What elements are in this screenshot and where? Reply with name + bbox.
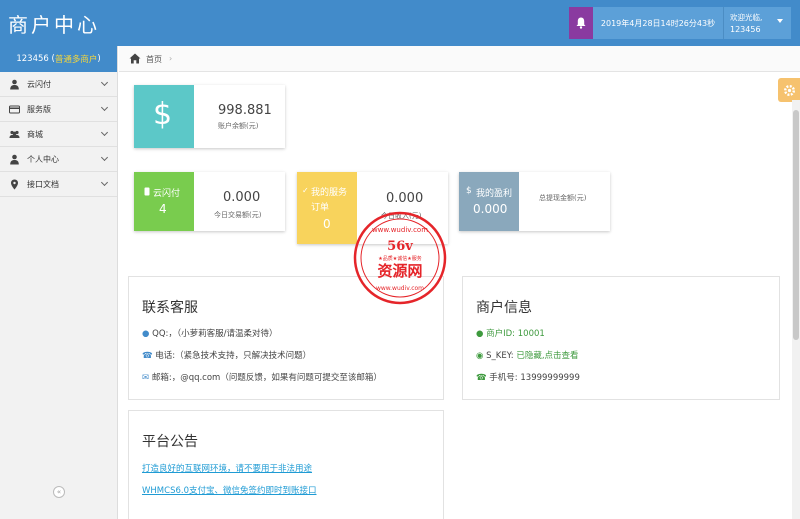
phone-icon: ☎ xyxy=(142,351,153,361)
watermark-url-bottom: www.wudiv.com xyxy=(376,285,424,292)
app-logo[interactable]: 商户中心 xyxy=(8,9,100,38)
stat-title: 我的盈利 xyxy=(476,189,513,199)
eye-icon: ◉ xyxy=(476,351,484,361)
merchant-id-label: 商户ID: xyxy=(486,329,516,339)
current-datetime: 2019年4月28日14时26分43秒 xyxy=(593,7,723,39)
sidebar-user-info: 123456 ( 普通多商户 ) xyxy=(0,46,117,72)
chevron-down-icon xyxy=(100,103,109,112)
contact-email-row: ✉ 邮箱:，@qq.com（问题反馈，如果有问题可提交至该邮箱） xyxy=(142,371,382,383)
chevron-down-icon xyxy=(100,78,109,87)
sidebar-item-label: 商城 xyxy=(27,130,43,139)
user-icon: ● xyxy=(476,329,484,339)
dollar-small-icon: $ xyxy=(466,186,472,196)
chevron-down-icon xyxy=(100,128,109,137)
sidebar-item-mall[interactable]: 商城 xyxy=(0,122,117,147)
map-marker-icon xyxy=(11,179,18,190)
merchant-skey-label: S_KEY: xyxy=(486,351,514,361)
notice-link[interactable]: 打造良好的互联网环境，请不要用于非法用途 xyxy=(142,462,312,474)
watermark-url: www.wudiv.com xyxy=(372,226,428,234)
watermark-slogan: ★品质★诚信★服务 xyxy=(378,255,421,262)
sidebar: 123456 ( 普通多商户 ) 云闪付 服务版 商城 个人中心 接口文档 « xyxy=(0,46,118,519)
stat-card-yunshanfu: 云闪付 4 0.000 今日交易额(元) xyxy=(134,172,285,231)
settings-button[interactable] xyxy=(778,78,800,102)
merchant-id-value: 10001 xyxy=(517,329,545,339)
contact-qq-row: ● QQ:，（小萝莉客服/请温柔对待） xyxy=(142,327,278,339)
gear-icon xyxy=(783,84,795,96)
sidebar-item-personal-center[interactable]: 个人中心 xyxy=(0,147,117,172)
notice-title: 平台公告 xyxy=(142,434,198,450)
notice-panel: 平台公告 打造良好的互联网环境，请不要用于非法用途 WHMCS6.0支付宝、微信… xyxy=(128,410,444,519)
balance-label: 账户余额(元) xyxy=(218,122,259,130)
contact-qq: QQ:，（小萝莉客服/请温柔对待） xyxy=(152,329,278,339)
notice-link[interactable]: WHMCS6.0支付宝、微信免签约即时到账接口 xyxy=(142,484,316,496)
merchant-phone-row: ☎ 手机号: 13999999999 xyxy=(476,371,580,383)
breadcrumb: 首页 › xyxy=(119,46,800,72)
merchant-phone-label: 手机号: xyxy=(489,373,518,383)
user-icon: ● xyxy=(142,329,150,339)
contact-title: 联系客服 xyxy=(142,300,198,316)
merchant-title: 商户信息 xyxy=(476,300,532,316)
top-header: 商户中心 2019年4月28日14时26分43秒 欢迎光临, 123456 xyxy=(0,0,800,46)
balance-card-accent: $ xyxy=(134,85,194,148)
sidebar-item-label: 服务版 xyxy=(27,105,51,114)
envelope-icon: ✉ xyxy=(142,373,150,383)
sidebar-user-close: ) xyxy=(97,54,101,64)
sidebar-item-label: 云闪付 xyxy=(27,80,51,89)
chevron-down-icon xyxy=(100,153,109,162)
watermark-name: 资源网 xyxy=(377,262,422,280)
stat-count: 0 xyxy=(323,217,331,231)
sidebar-user-id: 123456 ( xyxy=(16,54,55,64)
stat-label: 今日交易额(元) xyxy=(214,211,262,219)
stat-label: 总提现金额(元) xyxy=(539,194,587,202)
home-icon[interactable] xyxy=(129,53,141,64)
dollar-icon: $ xyxy=(153,97,173,132)
contact-email: 邮箱:，@qq.com（问题反馈，如果有问题可提交至该邮箱） xyxy=(151,373,382,383)
stat-title: 云闪付 xyxy=(153,189,181,199)
sidebar-item-label: 个人中心 xyxy=(27,155,59,164)
chevron-down-icon xyxy=(100,178,109,187)
balance-amount: 998.881 xyxy=(218,103,272,118)
sidebar-item-api-docs[interactable]: 接口文档 xyxy=(0,172,117,197)
users-icon xyxy=(9,130,20,138)
caret-down-icon xyxy=(777,19,783,23)
stat-card-profit: $ 我的盈利 0.000 总提现金额(元) xyxy=(459,172,610,231)
sidebar-user-level: 普通多商户 xyxy=(54,55,98,65)
merchant-phone-value: 13999999999 xyxy=(520,373,580,383)
merchant-info-panel: 商户信息 ● 商户ID: 10001 ◉ S_KEY: 已隐藏,点击查看 ☎ 手… xyxy=(462,276,780,400)
merchant-id-row: ● 商户ID: 10001 xyxy=(476,327,545,339)
stat-count: 4 xyxy=(159,202,167,216)
watermark-brand: 56v xyxy=(387,239,413,254)
watermark-stamp-logo: www.wudiv.com 56v ★品质★诚信★服务 资源网 www.wudi… xyxy=(353,211,447,305)
sidebar-item-yunshanfu[interactable]: 云闪付 xyxy=(0,72,117,97)
check-icon: ✓ xyxy=(302,186,309,195)
notification-bell-button[interactable] xyxy=(569,7,593,39)
user-icon xyxy=(10,154,19,165)
contact-phone: 电话:（紧急技术支持，只解决技术问题） xyxy=(155,351,312,361)
balance-card: $ 998.881 账户余额(元) xyxy=(134,85,285,148)
contact-phone-row: ☎ 电话:（紧急技术支持，只解决技术问题） xyxy=(142,349,311,361)
sidebar-item-label: 接口文档 xyxy=(27,180,59,189)
breadcrumb-separator: › xyxy=(169,54,173,63)
stat-amount: 0.000 xyxy=(223,190,261,205)
card-icon xyxy=(9,105,20,114)
scrollbar-thumb[interactable] xyxy=(793,110,799,340)
phone-icon: ☎ xyxy=(476,373,487,383)
user-menu-button[interactable]: 欢迎光临, 123456 xyxy=(723,7,791,39)
breadcrumb-home-link[interactable]: 首页 xyxy=(146,54,162,65)
merchant-skey-row: ◉ S_KEY: 已隐藏,点击查看 xyxy=(476,349,579,361)
header-username: 123456 xyxy=(730,25,761,34)
bell-icon xyxy=(576,17,586,29)
stat-title: 我的服务订单 xyxy=(311,188,348,213)
show-skey-link[interactable]: 已隐藏,点击查看 xyxy=(516,351,578,361)
user-icon xyxy=(10,79,19,90)
mobile-icon xyxy=(144,187,150,196)
sidebar-collapse-button[interactable]: « xyxy=(53,486,65,498)
stat-count: 0.000 xyxy=(473,202,508,216)
welcome-text: 欢迎光临, xyxy=(730,13,763,22)
sidebar-item-service[interactable]: 服务版 xyxy=(0,97,117,122)
stat-amount: 0.000 xyxy=(386,191,424,206)
